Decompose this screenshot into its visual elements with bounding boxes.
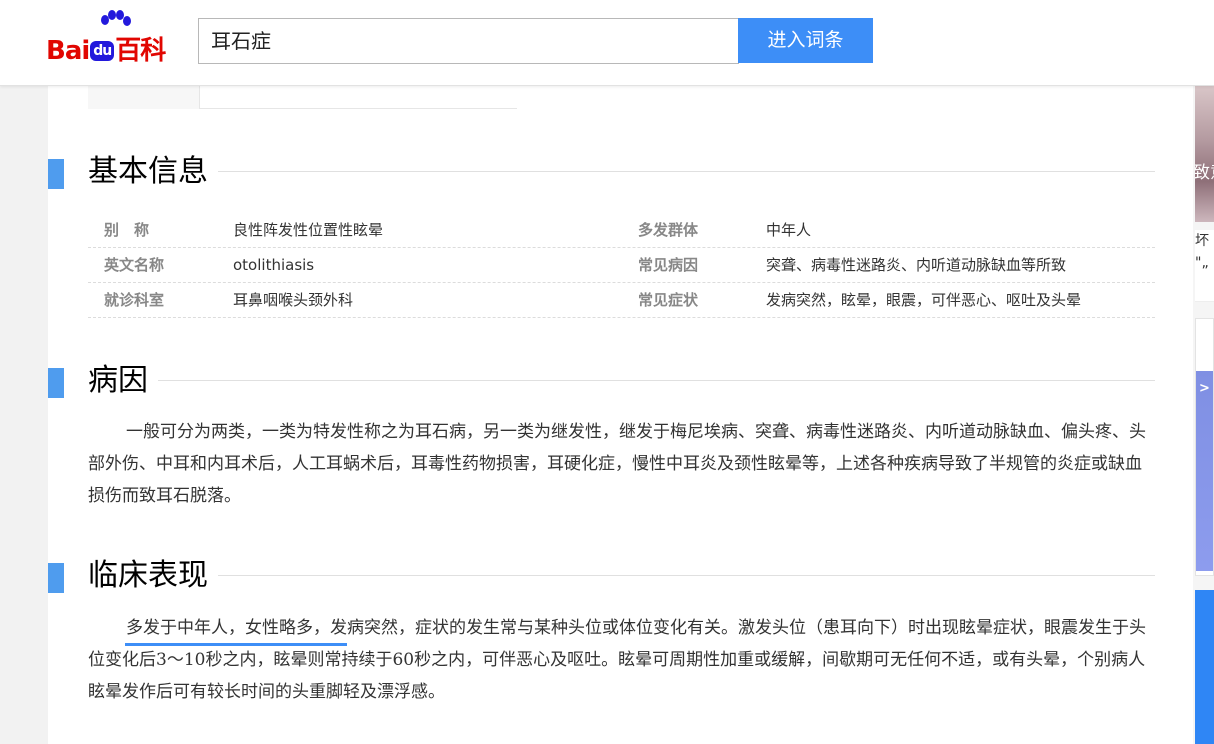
previous-table-fragment bbox=[88, 86, 517, 109]
table-row: 别 称 良性阵发性位置性眩晕 多发群体 中年人 bbox=[88, 213, 1155, 248]
sidebar-ad-banner[interactable]: > bbox=[1195, 318, 1214, 576]
section-marker bbox=[48, 368, 64, 398]
text-highlight-underline bbox=[125, 643, 347, 646]
section-marker bbox=[48, 159, 64, 189]
section-marker bbox=[48, 563, 64, 593]
table-row: 就诊科室 耳鼻咽喉头颈外科 常见症状 发病突然，眩晕，眼震，可伴恶心、呕吐及头晕 bbox=[88, 283, 1155, 318]
section-clinical: 临床表现 bbox=[48, 556, 1155, 593]
sidebar-blue-block[interactable] bbox=[1195, 590, 1214, 744]
sidebar-ad-image[interactable]: 致意 bbox=[1195, 86, 1214, 222]
section-basic-info: 基本信息 bbox=[48, 152, 1155, 189]
info-value: otolithiasis bbox=[233, 256, 315, 274]
info-value: 发病突然，眩晕，眼震，可伴恶心、呕吐及头晕 bbox=[766, 291, 1082, 309]
section-cause: 病因 bbox=[48, 361, 1155, 398]
info-key: 常见症状 bbox=[638, 291, 699, 309]
info-key: 常见病因 bbox=[638, 256, 699, 274]
info-value: 良性阵发性位置性眩晕 bbox=[233, 221, 384, 239]
top-header: Bai du 百科 耳石症 进入词条 bbox=[0, 0, 1214, 86]
info-value: 耳鼻咽喉头颈外科 bbox=[233, 291, 354, 309]
article-content: 基本信息 别 称 良性阵发性位置性眩晕 多发群体 中年人 英文名称 otolit… bbox=[48, 86, 1193, 744]
logo-text: Bai du 百科 bbox=[46, 36, 166, 66]
enter-entry-button[interactable]: 进入词条 bbox=[738, 18, 873, 63]
table-row: 英文名称 otolithiasis 常见病因 突聋、病毒性迷路炎、内听道动脉缺血… bbox=[88, 248, 1155, 283]
section-title: 基本信息 bbox=[88, 154, 208, 189]
search-input[interactable]: 耳石症 bbox=[198, 18, 739, 64]
basic-info-table: 别 称 良性阵发性位置性眩晕 多发群体 中年人 英文名称 otolithiasi… bbox=[88, 213, 1155, 318]
info-value: 突聋、病毒性迷路炎、内听道动脉缺血等所致 bbox=[766, 256, 1067, 274]
left-gutter bbox=[0, 86, 48, 744]
sidebar-ad-text[interactable]: 坏 "„ bbox=[1195, 230, 1214, 302]
section-title: 病因 bbox=[88, 363, 148, 398]
info-key: 别 称 bbox=[104, 221, 150, 239]
clinical-paragraph: 多发于中年人，女性略多，发病突然，症状的发生常与某种头位或体位变化有关。激发头位… bbox=[88, 618, 1146, 702]
info-key: 多发群体 bbox=[638, 221, 699, 239]
section-title: 临床表现 bbox=[88, 558, 208, 593]
info-value: 中年人 bbox=[766, 221, 812, 239]
chevron-right-icon: > bbox=[1199, 381, 1210, 396]
info-key: 英文名称 bbox=[104, 256, 165, 274]
cause-paragraph: 一般可分为两类，一类为特发性称之为耳石病，另一类为继发性，继发于梅尼埃病、突聋、… bbox=[88, 422, 1146, 506]
info-key: 就诊科室 bbox=[104, 291, 165, 309]
baidu-baike-logo[interactable]: Bai du 百科 bbox=[46, 10, 186, 66]
